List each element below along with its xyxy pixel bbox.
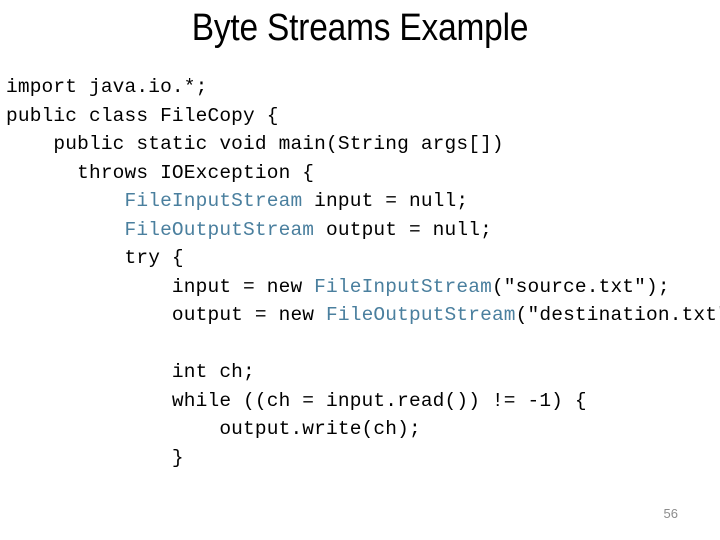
- slide: Byte Streams Example import java.io.*; pu…: [0, 0, 720, 540]
- page-title: Byte Streams Example: [191, 7, 529, 49]
- code-line: input = new FileInputStream("source.txt"…: [6, 273, 720, 302]
- code-line: public static void main(String args[]): [6, 130, 720, 159]
- code-line: import java.io.*;: [6, 73, 720, 102]
- code-token-classname: FileOutputStream: [326, 304, 516, 326]
- page-number: 56: [663, 506, 678, 521]
- code-line: try {: [6, 244, 720, 273]
- code-line: }: [6, 444, 720, 473]
- code-token: public class FileCopy {: [6, 104, 279, 127]
- code-token: input = new: [6, 275, 315, 298]
- code-line: int ch;: [6, 358, 720, 387]
- code-token: throws IOException {: [6, 161, 315, 184]
- code-token: ("destination.txt");: [515, 304, 720, 326]
- code-line: throws IOException {: [6, 159, 720, 188]
- code-token: output.write(ch);: [6, 418, 421, 440]
- code-token-classname: FileOutputStream: [6, 218, 315, 241]
- code-token-classname: FileInputStream: [6, 190, 303, 212]
- code-line: output.write(ch);: [6, 415, 720, 444]
- code-token: output = null;: [314, 218, 492, 241]
- code-token: output = new: [6, 304, 327, 326]
- code-token: try {: [6, 247, 184, 269]
- code-line: output = new FileOutputStream("destinati…: [6, 301, 720, 330]
- code-block: import java.io.*; public class FileCopy {…: [6, 73, 720, 472]
- code-token: int ch;: [6, 361, 255, 383]
- code-line: public class FileCopy {: [6, 102, 720, 131]
- code-token-classname: FileInputStream: [314, 275, 492, 298]
- code-token: input = null;: [302, 190, 469, 212]
- code-line: FileOutputStream output = null;: [6, 216, 720, 245]
- code-line: while ((ch = input.read()) != -1) {: [6, 387, 720, 416]
- code-token: }: [6, 446, 184, 469]
- code-line: FileInputStream input = null;: [6, 187, 720, 216]
- code-token: import java.io.*;: [6, 76, 208, 98]
- code-token: while ((ch = input.read()) != -1) {: [6, 389, 587, 412]
- code-token: ("source.txt");: [491, 275, 670, 298]
- code-token: public static void main(String args[]): [6, 133, 504, 155]
